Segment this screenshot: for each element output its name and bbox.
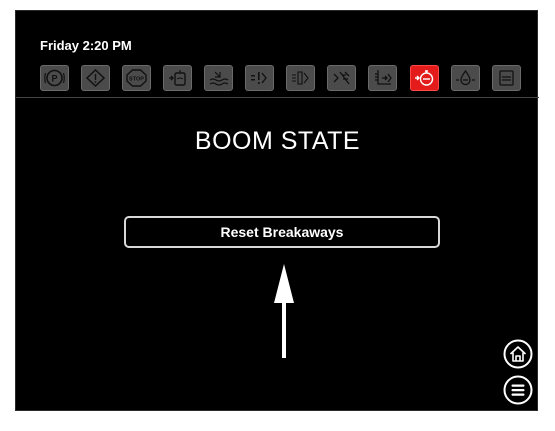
svg-text:P: P (51, 74, 57, 84)
parking-brake-icon[interactable]: P (40, 65, 69, 91)
boom-sections-icon[interactable] (286, 65, 315, 91)
fill-icon[interactable] (492, 65, 521, 91)
display-screen: Friday 2:20 PM P STOP BOOM STATE Reset B… (15, 10, 539, 411)
svg-text:STOP: STOP (129, 77, 144, 83)
boom-breakaway-icon[interactable] (410, 65, 439, 91)
clock: Friday 2:20 PM (40, 38, 132, 53)
status-icon-bar: P STOP (16, 63, 539, 93)
boom-center-icon[interactable] (245, 65, 274, 91)
nozzle-icon[interactable] (327, 65, 356, 91)
tank-icon[interactable] (163, 65, 192, 91)
stop-icon[interactable]: STOP (122, 65, 151, 91)
water-level-icon[interactable] (204, 65, 233, 91)
header-divider (16, 97, 539, 98)
warning-icon[interactable] (81, 65, 110, 91)
menu-icon[interactable] (503, 375, 533, 405)
reset-breakaways-button[interactable]: Reset Breakaways (124, 216, 440, 248)
boom-height-icon[interactable] (368, 65, 397, 91)
home-icon[interactable] (503, 339, 533, 369)
page-title: BOOM STATE (194, 127, 361, 155)
pointer-arrow-icon (274, 264, 294, 358)
flow-icon[interactable] (451, 65, 480, 91)
